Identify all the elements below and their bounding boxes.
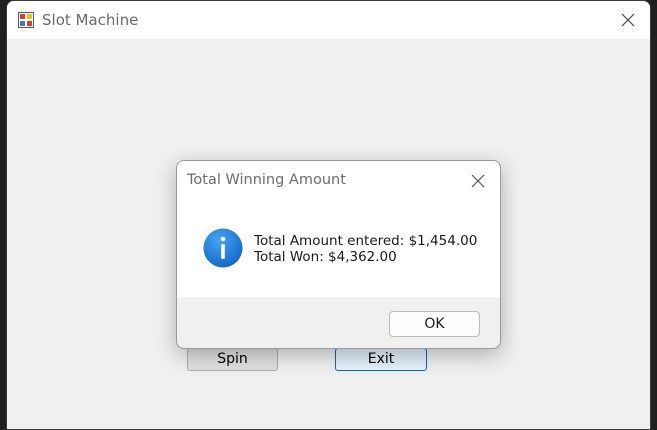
spin-button[interactable]: Spin	[187, 348, 278, 371]
message-line-amount-entered: Total Amount entered: $1,454.00	[254, 233, 478, 249]
exit-button[interactable]: Exit	[335, 348, 427, 371]
info-icon	[203, 228, 243, 268]
window-title: Slot Machine	[42, 11, 139, 29]
close-icon[interactable]	[616, 9, 640, 31]
message-box-dialog: Total Winning Amount Total Amount entere…	[176, 160, 501, 349]
ok-button[interactable]: OK	[389, 311, 480, 337]
close-icon[interactable]	[468, 171, 488, 191]
message-line-total-won: Total Won: $4,362.00	[254, 249, 397, 265]
dialog-message: Total Amount entered: $1,454.00 Total Wo…	[254, 233, 477, 265]
app-icon	[18, 12, 34, 28]
title-bar[interactable]: Slot Machine	[7, 1, 650, 39]
dialog-title: Total Winning Amount	[187, 172, 346, 188]
